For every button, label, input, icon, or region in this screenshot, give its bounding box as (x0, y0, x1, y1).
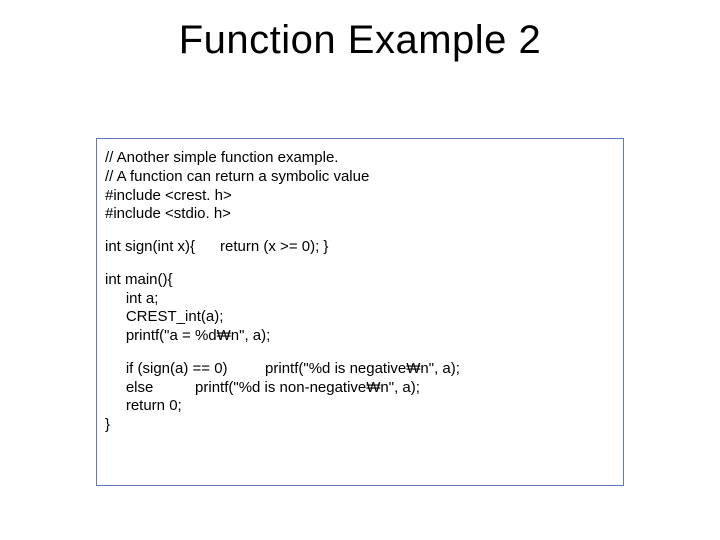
code-line: #include <crest. h> (105, 187, 615, 206)
code-block-1: // Another simple function example. // A… (105, 149, 615, 224)
code-line: if (sign(a) == 0) printf("%d is negative… (105, 360, 615, 379)
code-line: printf("a = %d₩n", a); (105, 327, 615, 346)
slide: Function Example 2 // Another simple fun… (0, 0, 720, 540)
code-block-4: if (sign(a) == 0) printf("%d is negative… (105, 360, 615, 435)
code-line: // Another simple function example. (105, 149, 615, 168)
code-line: else printf("%d is non-negative₩n", a); (105, 379, 615, 398)
code-block-2: int sign(int x){ return (x >= 0); } (105, 238, 615, 257)
code-line: return 0; (105, 397, 615, 416)
code-line: int sign(int x){ return (x >= 0); } (105, 238, 615, 257)
slide-title: Function Example 2 (0, 18, 720, 63)
code-line: #include <stdio. h> (105, 205, 615, 224)
code-box: // Another simple function example. // A… (96, 138, 624, 486)
code-line: } (105, 416, 615, 435)
code-line: CREST_int(a); (105, 308, 615, 327)
code-line: int main(){ (105, 271, 615, 290)
code-line: int a; (105, 290, 615, 309)
code-block-3: int main(){ int a; CREST_int(a); printf(… (105, 271, 615, 346)
code-line: // A function can return a symbolic valu… (105, 168, 615, 187)
